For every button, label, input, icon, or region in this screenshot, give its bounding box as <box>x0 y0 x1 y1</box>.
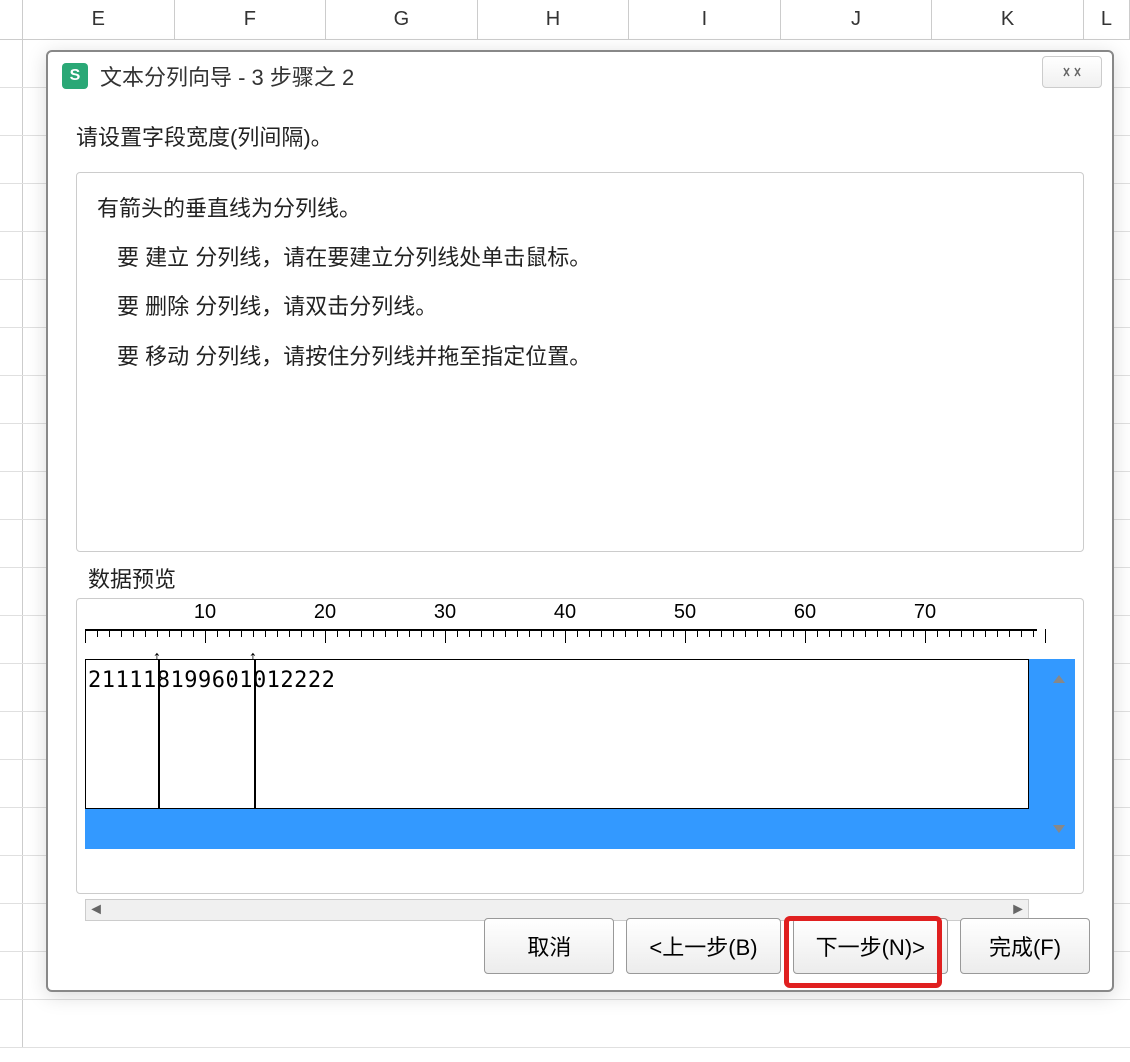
titlebar: S 文本分列向导 - 3 步骤之 2 <box>48 52 1112 100</box>
ruler-tick-label: 60 <box>794 601 816 624</box>
ruler[interactable]: 10203040506070↑↑ <box>85 599 1037 659</box>
scroll-right-arrow[interactable]: ► <box>1008 901 1028 919</box>
next-button[interactable]: 下一步(N)> <box>793 918 948 974</box>
ruler-tick-label: 10 <box>194 601 216 624</box>
close-icon <box>1061 65 1083 79</box>
scroll-up-arrow[interactable] <box>1049 669 1069 689</box>
col-header[interactable]: J <box>781 0 933 39</box>
text-to-columns-dialog: S 文本分列向导 - 3 步骤之 2 请设置字段宽度(列间隔)。 有箭头的垂直线… <box>46 50 1114 992</box>
scroll-down-arrow[interactable] <box>1049 819 1069 839</box>
ruler-tick-label: 20 <box>314 601 336 624</box>
help-line: 有箭头的垂直线为分列线。 <box>97 191 1063 226</box>
preview-data-wrap: 211118199601012222 <box>85 659 1075 849</box>
col-header[interactable]: L <box>1084 0 1130 39</box>
help-line: 要 建立 分列线，请在要建立分列线处单击鼠标。 <box>97 240 1063 275</box>
button-row: 取消 <上一步(B) 下一步(N)> 完成(F) <box>484 918 1090 974</box>
ruler-tick-label: 30 <box>434 601 456 624</box>
preview-data-area[interactable]: 211118199601012222 <box>85 659 1029 809</box>
col-header[interactable]: E <box>23 0 175 39</box>
dialog-body: 请设置字段宽度(列间隔)。 有箭头的垂直线为分列线。 要 建立 分列线，请在要建… <box>48 100 1112 904</box>
back-button[interactable]: <上一步(B) <box>626 918 780 974</box>
corner-cell <box>0 0 23 39</box>
finish-button[interactable]: 完成(F) <box>960 918 1090 974</box>
column-break-line[interactable] <box>158 660 160 808</box>
dialog-title: 文本分列向导 - 3 步骤之 2 <box>100 60 354 92</box>
app-icon: S <box>62 63 88 89</box>
help-line: 要 删除 分列线，请双击分列线。 <box>97 289 1063 324</box>
cancel-button[interactable]: 取消 <box>484 918 614 974</box>
col-header[interactable]: I <box>629 0 781 39</box>
preview-section: 数据预览 10203040506070↑↑ 211118199601012222 <box>76 562 1084 894</box>
column-break-line[interactable] <box>254 660 256 808</box>
preview-data-text: 211118199601012222 <box>86 660 1028 701</box>
help-panel: 有箭头的垂直线为分列线。 要 建立 分列线，请在要建立分列线处单击鼠标。 要 删… <box>76 172 1084 552</box>
help-line: 要 移动 分列线，请按住分列线并拖至指定位置。 <box>97 339 1063 374</box>
close-button[interactable] <box>1042 56 1102 88</box>
col-header[interactable]: H <box>478 0 630 39</box>
instruction-text: 请设置字段宽度(列间隔)。 <box>76 120 1084 152</box>
column-headers: E F G H I J K L <box>0 0 1130 40</box>
ruler-tick-label: 70 <box>914 601 936 624</box>
col-header[interactable]: K <box>932 0 1084 39</box>
scroll-left-arrow[interactable]: ◄ <box>86 901 106 919</box>
col-header[interactable]: F <box>175 0 327 39</box>
preview-label: 数据预览 <box>88 562 1084 594</box>
ruler-tick-label: 50 <box>674 601 696 624</box>
col-header[interactable]: G <box>326 0 478 39</box>
preview-container: 10203040506070↑↑ 211118199601012222 ◄ ► <box>76 598 1084 894</box>
ruler-tick-label: 40 <box>554 601 576 624</box>
